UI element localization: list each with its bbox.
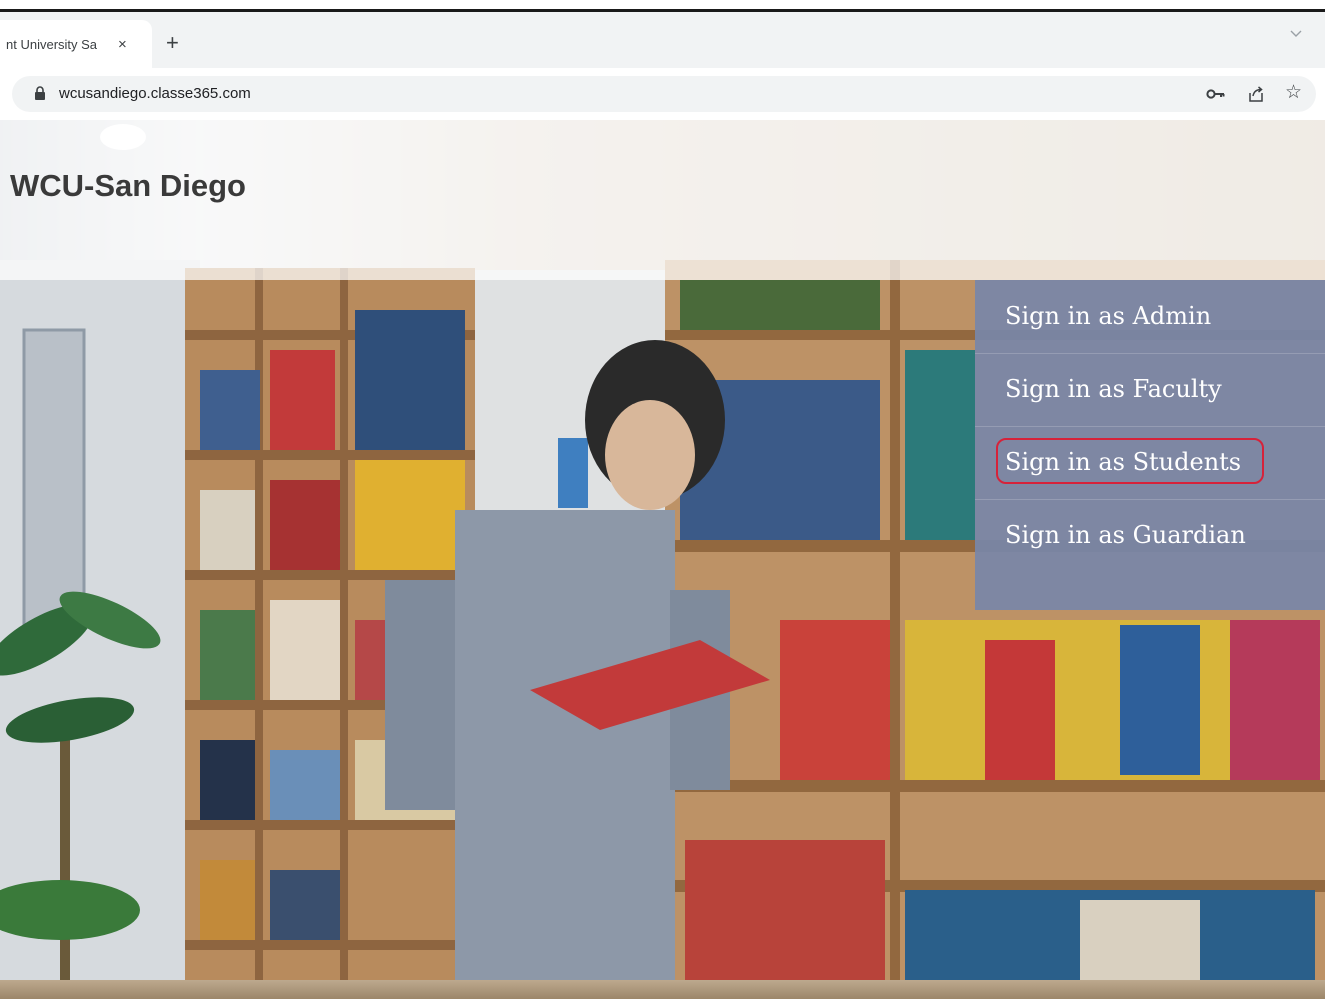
- chevron-down-icon[interactable]: [1289, 26, 1303, 40]
- signin-admin-link[interactable]: Sign in as Admin: [975, 280, 1325, 354]
- bookmark-star-icon[interactable]: ☆: [1285, 83, 1302, 102]
- browser-toolbar: wcusandiego.classe365.com ☆: [0, 68, 1325, 120]
- logo-placeholder: [100, 124, 146, 150]
- signin-faculty-label[interactable]: Sign in as Faculty: [1005, 375, 1222, 403]
- browser-tab-bar: nt University Sa × +: [0, 12, 1325, 68]
- signin-menu: Sign in as Admin Sign in as Faculty Sign…: [975, 280, 1325, 610]
- address-bar[interactable]: wcusandiego.classe365.com ☆: [12, 76, 1316, 112]
- new-tab-icon[interactable]: +: [166, 32, 179, 54]
- lock-icon[interactable]: [34, 86, 46, 100]
- signin-admin-label[interactable]: Sign in as Admin: [1005, 302, 1211, 330]
- tab-title: nt University Sa: [6, 36, 98, 52]
- browser-tab[interactable]: nt University Sa ×: [0, 20, 152, 68]
- screen-top-edge: [0, 0, 1325, 12]
- key-icon[interactable]: [1206, 85, 1226, 103]
- signin-guardian-link[interactable]: Sign in as Guardian: [975, 499, 1325, 572]
- share-icon[interactable]: [1246, 84, 1266, 104]
- url-text[interactable]: wcusandiego.classe365.com: [59, 85, 251, 102]
- signin-faculty-link[interactable]: Sign in as Faculty: [975, 353, 1325, 427]
- site-title[interactable]: WCU-San Diego: [10, 168, 246, 204]
- signin-guardian-label[interactable]: Sign in as Guardian: [1005, 521, 1246, 549]
- highlight-annotation: [996, 438, 1264, 484]
- page-content: WCU-San Diego Sign in as Admin Sign in a…: [0, 120, 1325, 999]
- site-header: WCU-San Diego: [0, 120, 1325, 280]
- signin-students-link[interactable]: Sign in as Students: [975, 426, 1325, 500]
- close-tab-icon[interactable]: ×: [118, 36, 127, 53]
